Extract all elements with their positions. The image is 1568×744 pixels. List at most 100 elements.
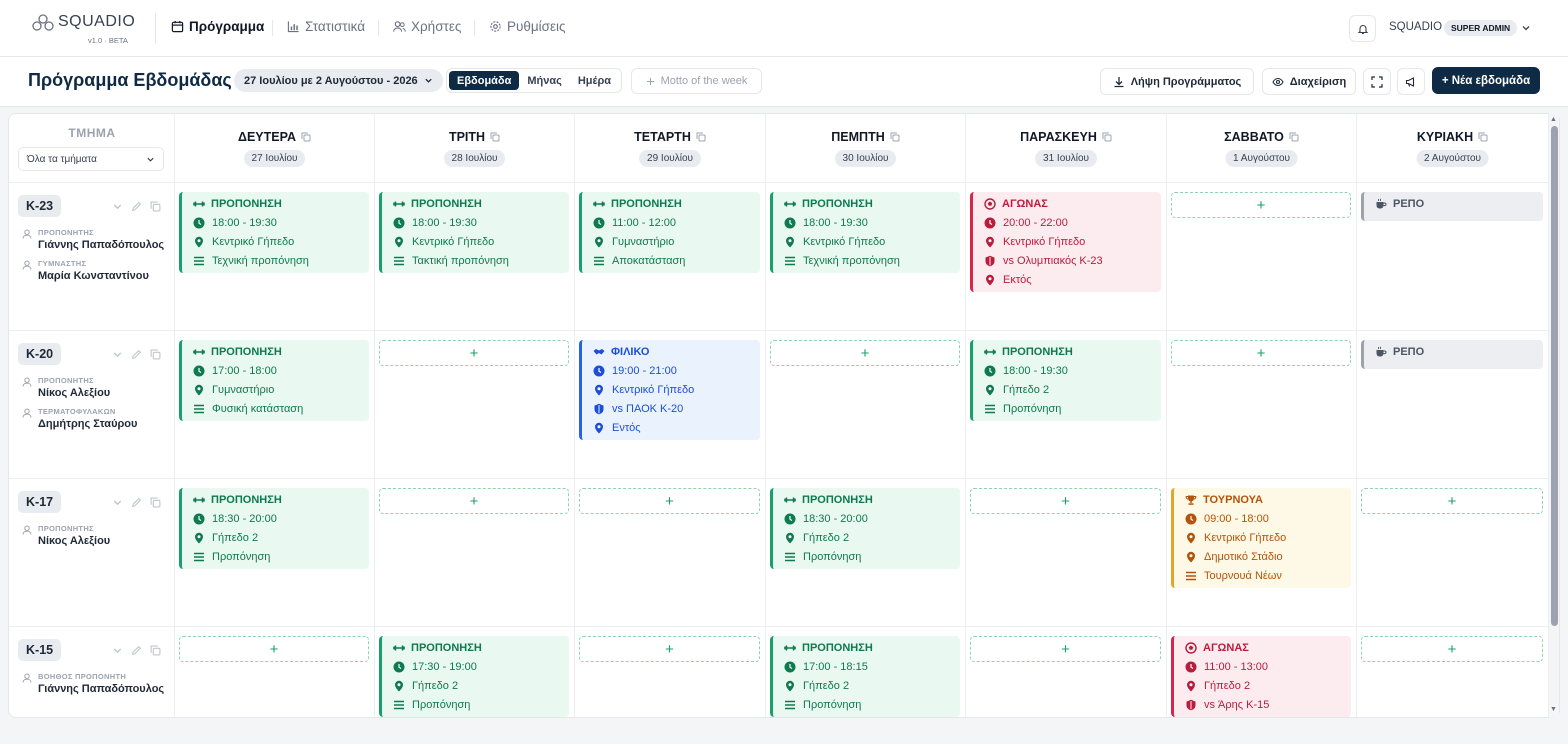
event-card-rest[interactable]: ΡΕΠΟ [1361, 340, 1543, 369]
scroll-down-arrow[interactable]: ▼ [1550, 706, 1557, 713]
date-range-picker[interactable]: 27 Ιουλίου με 2 Αυγούστου - 2026 [234, 69, 443, 92]
team-code[interactable]: K-17 [18, 491, 62, 513]
chevron-down-icon[interactable] [112, 497, 123, 508]
edit-icon[interactable] [131, 349, 142, 360]
view-day[interactable]: Ημέρα [570, 71, 619, 90]
app-logo[interactable]: SQUADIO v1.0 · BETA [32, 13, 135, 45]
event-card-training[interactable]: ΠΡΟΠΟΝΗΣΗ 18:00 - 19:30 Κεντρικό Γήπεδο Τακ… [379, 192, 569, 273]
copy-icon[interactable] [1478, 132, 1488, 142]
add-event-button[interactable]: + [1171, 192, 1351, 218]
event-time-text: 17:00 - 18:00 [212, 365, 277, 377]
copy-icon[interactable] [696, 132, 706, 142]
copy-icon[interactable] [301, 132, 311, 142]
event-card-match[interactable]: ΑΓΩΝΑΣ 20:00 - 22:00 Κεντρικό Γήπεδο vs Ολυ… [970, 192, 1161, 292]
copy-icon[interactable] [1102, 132, 1112, 142]
event-card-tournament[interactable]: ΤΟΥΡΝΟΥΑ 09:00 - 18:00 Κεντρικό Γήπεδο Δημο… [1171, 488, 1351, 588]
new-week-button[interactable]: + Νέα εβδομάδα [1432, 67, 1540, 94]
announce-button[interactable] [1397, 68, 1425, 95]
nav-item-users[interactable]: Χρήστες [393, 19, 461, 34]
view-month[interactable]: Μήνας [519, 71, 569, 90]
team-actions [112, 349, 161, 360]
notifications-button[interactable] [1349, 15, 1376, 42]
event-card-training[interactable]: ΠΡΟΠΟΝΗΣΗ 18:00 - 19:30 Κεντρικό Γήπεδο Τεχ… [179, 192, 369, 273]
add-event-button[interactable]: + [1171, 340, 1351, 366]
add-event-button[interactable]: + [579, 488, 760, 514]
copy-icon[interactable] [150, 645, 161, 656]
add-event-button[interactable]: + [379, 340, 569, 366]
scroll-up-arrow[interactable]: ▲ [1550, 116, 1557, 123]
nav-item-label: Στατιστικά [305, 19, 366, 34]
add-event-button[interactable]: + [1361, 488, 1543, 514]
day-header: ΤΡΙΤΗ 28 Ιουλίου [375, 114, 575, 183]
copy-icon[interactable] [1289, 132, 1299, 142]
edit-icon[interactable] [131, 201, 142, 212]
edit-icon[interactable] [131, 497, 142, 508]
event-title-text: ΠΡΟΠΟΝΗΣΗ [411, 198, 482, 210]
clock-icon [193, 513, 205, 525]
event-card-training[interactable]: ΠΡΟΠΟΝΗΣΗ 18:30 - 20:00 Γήπεδο 2 Προπόνηση [770, 488, 960, 569]
manage-button[interactable]: Διαχείριση [1262, 68, 1356, 95]
chevron-down-icon[interactable] [1521, 23, 1531, 33]
scrollbar-thumb[interactable] [1551, 126, 1558, 626]
event-card-training[interactable]: ΠΡΟΠΟΝΗΣΗ 18:00 - 19:30 Κεντρικό Γήπεδο Τεχ… [770, 192, 960, 273]
copy-icon[interactable] [150, 349, 161, 360]
team-code[interactable]: K-23 [18, 195, 62, 217]
fullscreen-button[interactable] [1363, 68, 1391, 95]
chevron-down-icon[interactable] [112, 349, 123, 360]
view-week[interactable]: Εβδομάδα [449, 71, 520, 90]
team-filter-select[interactable]: Όλα τα τμήματα [18, 147, 164, 171]
copy-icon[interactable] [150, 201, 161, 212]
team-code[interactable]: K-20 [18, 343, 62, 365]
motto-button[interactable]: Motto of the week [631, 68, 762, 94]
event-card-training[interactable]: ΠΡΟΠΟΝΗΣΗ 17:00 - 18:00 Γυμναστήριο Φυσική … [179, 340, 369, 421]
copy-icon[interactable] [150, 497, 161, 508]
event-note-text: Προπόνηση [412, 699, 471, 711]
add-event-button[interactable]: + [579, 636, 760, 662]
add-event-button[interactable]: + [179, 636, 369, 662]
event-card-rest[interactable]: ΡΕΠΟ [1361, 192, 1543, 221]
event-card-training[interactable]: ΠΡΟΠΟΝΗΣΗ 17:30 - 19:00 Γήπεδο 2 Προπόνηση [379, 636, 569, 717]
nav-item-schedule[interactable]: Πρόγραμμα [171, 19, 264, 34]
event-card-match[interactable]: ΑΓΩΝΑΣ 11:00 - 13:00 Γήπεδο 2 vs Άρης Κ-15 [1171, 636, 1351, 717]
nav-item-settings[interactable]: Ρυθμίσεις [489, 19, 566, 34]
event-time-text: 19:00 - 21:00 [612, 365, 677, 377]
nav-separator [378, 20, 379, 36]
dumbbell-icon [984, 349, 996, 355]
plus-icon [646, 77, 654, 85]
add-event-button[interactable]: + [379, 488, 569, 514]
schedule-cell: + [375, 479, 575, 627]
clock-icon [193, 365, 205, 377]
event-time: 18:00 - 19:30 [393, 216, 561, 230]
event-title-text: ΠΡΟΠΟΝΗΣΗ [211, 494, 282, 506]
nav-item-stats[interactable]: Στατιστικά [287, 19, 365, 34]
event-card-training[interactable]: ΠΡΟΠΟΝΗΣΗ 17:00 - 18:15 Γήπεδο 2 Προπόνηση [770, 636, 960, 717]
team-code[interactable]: K-15 [18, 639, 62, 661]
event-card-training[interactable]: ΠΡΟΠΟΝΗΣΗ 11:00 - 12:00 Γυμναστήριο Αποκατά… [579, 192, 760, 273]
day-name-text: ΚΥΡΙΑΚΗ [1416, 130, 1474, 144]
event-card-friendly[interactable]: ΦΙΛΙΚΟ 19:00 - 21:00 Κεντρικό Γήπεδο vs ΠΑΟ… [579, 340, 760, 440]
soccer-ball-icon [1185, 642, 1197, 654]
copy-icon[interactable] [890, 132, 900, 142]
add-event-button[interactable]: + [970, 488, 1161, 514]
staff-role: ΤΕΡΜΑΤΟΦΥΛΑΚΩΝ [38, 407, 116, 416]
list-icon [194, 404, 204, 414]
add-event-button[interactable]: + [770, 340, 960, 366]
chevron-down-icon[interactable] [112, 201, 123, 212]
chevron-down-icon [147, 157, 154, 162]
event-opponent-text: vs ΠΑΟΚ Κ-20 [612, 403, 684, 415]
coffee-icon [1376, 198, 1387, 209]
edit-icon[interactable] [131, 645, 142, 656]
day-date: 31 Ιουλίου [1035, 150, 1097, 167]
user-name[interactable]: SQUADIO [1389, 21, 1442, 33]
add-event-button[interactable]: + [1361, 636, 1543, 662]
event-card-training[interactable]: ΠΡΟΠΟΝΗΣΗ 18:30 - 20:00 Γήπεδο 2 Προπόνηση [179, 488, 369, 569]
chevron-down-icon[interactable] [112, 645, 123, 656]
event-card-training[interactable]: ΠΡΟΠΟΝΗΣΗ 18:00 - 19:30 Γήπεδο 2 Προπόνηση [970, 340, 1161, 421]
event-place-text: Κεντρικό Γήπεδο [412, 236, 495, 248]
plus-icon: + [469, 492, 479, 510]
event-title: ΠΡΟΠΟΝΗΣΗ [784, 197, 952, 211]
copy-icon[interactable] [490, 132, 500, 142]
clock-icon [393, 661, 405, 673]
add-event-button[interactable]: + [970, 636, 1161, 662]
download-schedule-button[interactable]: Λήψη Προγράμματος [1100, 68, 1254, 95]
